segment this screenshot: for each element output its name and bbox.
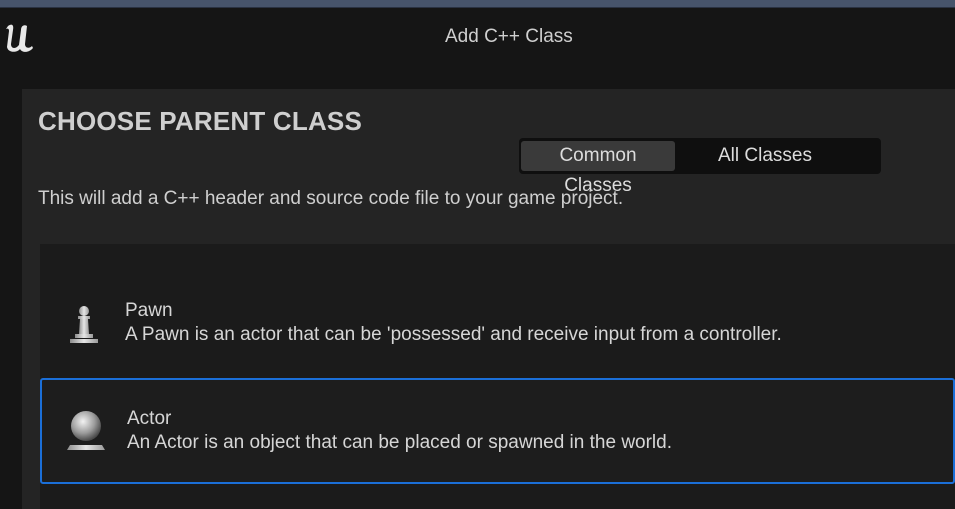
actor-icon — [67, 411, 105, 450]
left-gutter — [0, 68, 22, 509]
class-filter-toggle: Common Classes All Classes — [519, 138, 881, 196]
tab-common-classes[interactable]: Common Classes — [521, 141, 675, 196]
class-row-actor[interactable]: Actor An Actor is an object that can be … — [40, 378, 955, 484]
class-description: A Pawn is an actor that can be 'possesse… — [125, 324, 782, 345]
pawn-icon — [70, 306, 98, 343]
panel-heading: CHOOSE PARENT CLASS — [38, 106, 363, 136]
top-border-strip — [0, 0, 955, 8]
choose-parent-class-panel: CHOOSE PARENT CLASS Common Classes All C… — [22, 89, 955, 509]
tab-all-classes[interactable]: All Classes — [675, 141, 855, 171]
class-row-pawn[interactable]: Pawn A Pawn is an actor that can be 'pos… — [40, 272, 955, 378]
class-list: Pawn A Pawn is an actor that can be 'pos… — [40, 244, 955, 509]
window-title: Add C++ Class — [445, 26, 573, 47]
class-name: Actor — [127, 408, 172, 429]
class-description: An Actor is an object that can be placed… — [127, 432, 672, 453]
class-name: Pawn — [125, 300, 173, 321]
panel-description: This will add a C++ header and source co… — [38, 188, 624, 209]
title-bar: Add C++ Class — [0, 8, 955, 68]
